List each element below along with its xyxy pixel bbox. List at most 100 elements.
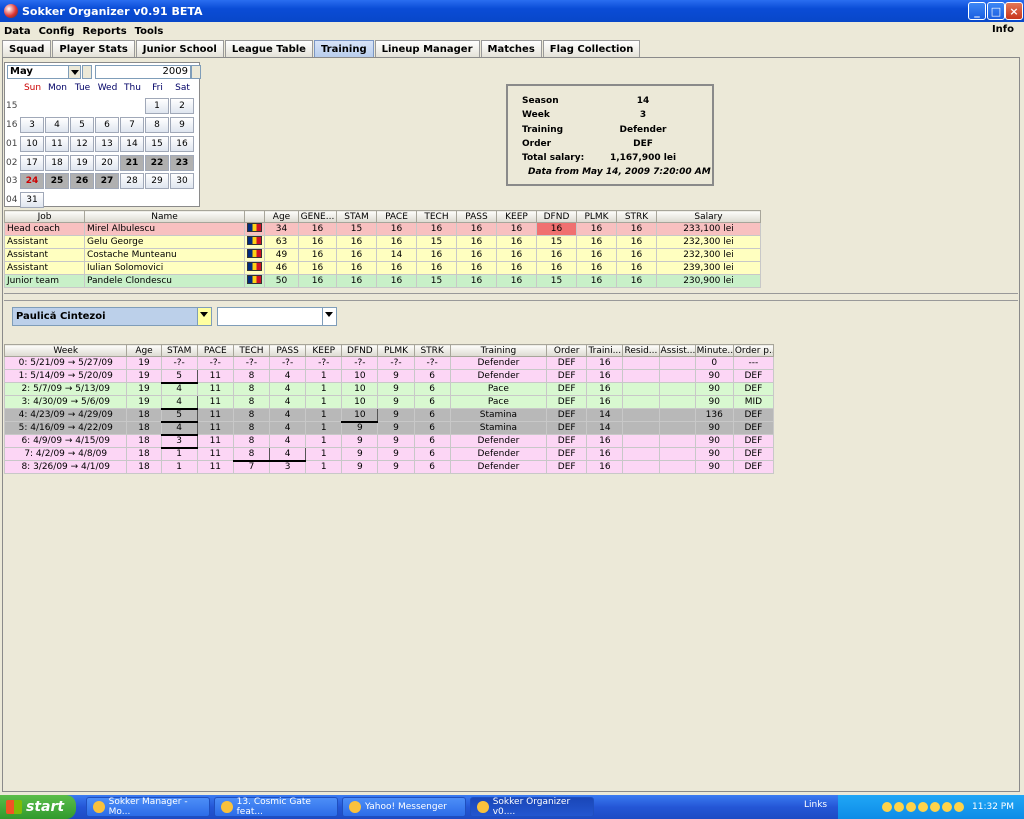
calendar-day[interactable]: 17 bbox=[20, 155, 44, 171]
secondary-select[interactable] bbox=[217, 307, 337, 326]
menu-reports[interactable]: Reports bbox=[78, 26, 130, 37]
tray-icon[interactable] bbox=[942, 802, 952, 812]
column-header[interactable]: PLMK bbox=[377, 344, 415, 357]
staff-row[interactable]: Assistant Iulian Solomovici 46 16 16 16 16 16 16… bbox=[4, 261, 761, 275]
history-row[interactable]: 1: 5/14/09 → 5/20/09 19 5 11 8 4 1 10 9 6 Defender… bbox=[3, 369, 775, 384]
tray-icon[interactable] bbox=[906, 802, 916, 812]
history-row[interactable]: 7: 4/2/09 → 4/8/09 18 1 11 8 4 1 9 9 6 Defender DEF… bbox=[3, 447, 775, 462]
calendar-day[interactable]: 24 bbox=[20, 173, 44, 189]
column-header[interactable]: Order p... bbox=[732, 344, 775, 357]
column-header[interactable]: Minute... bbox=[694, 344, 734, 357]
menu-tools[interactable]: Tools bbox=[131, 26, 168, 37]
column-header[interactable]: STAM bbox=[160, 344, 198, 357]
tray-icon[interactable] bbox=[894, 802, 904, 812]
start-button[interactable]: start bbox=[0, 795, 76, 819]
tray-icon[interactable] bbox=[882, 802, 892, 812]
calendar-day[interactable]: 11 bbox=[45, 136, 69, 152]
calendar-day[interactable]: 7 bbox=[120, 117, 144, 133]
history-row[interactable]: 8: 3/26/09 → 4/1/09 18 1 11 7 3 1 9 9 6 Defender DE… bbox=[3, 460, 775, 474]
history-row[interactable]: 5: 4/16/09 → 4/22/09 18 4 11 8 4 1 9 9 6 Stamina DE… bbox=[3, 421, 775, 436]
chevron-down-icon[interactable] bbox=[197, 308, 211, 325]
menu-info[interactable]: Info bbox=[988, 24, 1018, 35]
column-header[interactable]: STRK bbox=[413, 344, 451, 357]
calendar-day[interactable]: 1 bbox=[145, 98, 169, 114]
column-header[interactable]: Training bbox=[449, 344, 548, 357]
calendar-day[interactable]: 13 bbox=[95, 136, 119, 152]
maximize-button[interactable]: □ bbox=[987, 2, 1005, 20]
year-field[interactable]: 2009 bbox=[95, 65, 191, 79]
calendar-day[interactable]: 23 bbox=[170, 155, 194, 171]
column-header[interactable]: Age bbox=[264, 210, 299, 223]
history-row[interactable]: 4: 4/23/09 → 4/29/09 18 5 11 8 4 1 10 9 6 Stamina D… bbox=[3, 408, 775, 423]
calendar-day[interactable]: 8 bbox=[145, 117, 169, 133]
calendar-day[interactable]: 28 bbox=[120, 173, 144, 189]
column-header[interactable]: PACE bbox=[376, 210, 417, 223]
close-button[interactable]: × bbox=[1005, 2, 1023, 20]
menu-config[interactable]: Config bbox=[35, 26, 79, 37]
tray-icon[interactable] bbox=[930, 802, 940, 812]
calendar-day[interactable]: 14 bbox=[120, 136, 144, 152]
taskbar-item-yahoo-messenger[interactable]: Yahoo! Messenger bbox=[342, 797, 466, 817]
calendar-day[interactable]: 19 bbox=[70, 155, 94, 171]
calendar-day[interactable]: 16 bbox=[170, 136, 194, 152]
calendar-day[interactable]: 10 bbox=[20, 136, 44, 152]
calendar-day[interactable]: 3 bbox=[20, 117, 44, 133]
history-row[interactable]: 0: 5/21/09 → 5/27/09 19 -?- -?- -?- -?- -?- -?-… bbox=[3, 356, 775, 370]
year-spinner[interactable] bbox=[191, 65, 201, 79]
tab-lineup-manager[interactable]: Lineup Manager bbox=[374, 40, 480, 57]
column-header[interactable]: PACE bbox=[196, 344, 234, 357]
column-header[interactable]: KEEP bbox=[305, 344, 343, 357]
tab-league-table[interactable]: League Table bbox=[224, 40, 313, 57]
tab-squad[interactable]: Squad bbox=[2, 40, 52, 57]
column-header[interactable]: Name bbox=[84, 210, 245, 223]
calendar-day[interactable]: 5 bbox=[70, 117, 94, 133]
calendar-day[interactable]: 4 bbox=[45, 117, 69, 133]
tab-flag-collection[interactable]: Flag Collection bbox=[542, 40, 641, 57]
column-header[interactable]: STRK bbox=[616, 210, 657, 223]
column-header[interactable]: Order bbox=[546, 344, 588, 357]
column-header[interactable]: Traini... bbox=[586, 344, 624, 357]
staff-row[interactable]: Assistant Gelu George 63 16 16 16 15 16 16 15 16 16… bbox=[4, 235, 761, 249]
column-header[interactable]: TECH bbox=[416, 210, 457, 223]
history-row[interactable]: 3: 4/30/09 → 5/6/09 19 4 11 8 4 1 10 9 6 Pace DEF 16… bbox=[3, 395, 775, 410]
calendar-day[interactable]: 25 bbox=[45, 173, 69, 189]
staff-row[interactable]: Assistant Costache Munteanu 49 16 16 14 16 16 16… bbox=[4, 248, 761, 262]
tray-icon[interactable] bbox=[954, 802, 964, 812]
minimize-button[interactable]: _ bbox=[968, 2, 986, 20]
calendar-day[interactable]: 18 bbox=[45, 155, 69, 171]
column-header[interactable]: KEEP bbox=[496, 210, 537, 223]
staff-row[interactable]: Junior team Pandele Clondescu 50 16 16 16 15 16… bbox=[4, 274, 761, 288]
column-header[interactable]: DFND bbox=[536, 210, 577, 223]
taskbar-item-sokker-organizer[interactable]: Sokker Organizer v0.... bbox=[470, 797, 594, 817]
month-spinner[interactable] bbox=[82, 65, 92, 79]
calendar-day[interactable]: 26 bbox=[70, 173, 94, 189]
tab-junior-school[interactable]: Junior School bbox=[135, 40, 224, 57]
column-header[interactable]: TECH bbox=[232, 344, 271, 357]
taskbar-item-sokker-manager[interactable]: Sokker Manager - Mo... bbox=[86, 797, 210, 817]
player-select[interactable]: Paulică Cintezoi bbox=[12, 307, 212, 326]
calendar-day[interactable]: 27 bbox=[95, 173, 119, 189]
panel-splitter[interactable] bbox=[4, 293, 1018, 301]
tab-training[interactable]: Training bbox=[313, 40, 374, 57]
column-header[interactable]: PLMK bbox=[576, 210, 617, 223]
calendar-day[interactable]: 20 bbox=[95, 155, 119, 171]
calendar-day[interactable]: 2 bbox=[170, 98, 194, 114]
column-header[interactable]: Assist... bbox=[658, 344, 696, 357]
column-header[interactable]: Age bbox=[126, 344, 162, 357]
links-toolbar[interactable]: Links bbox=[804, 800, 827, 810]
taskbar-item-media-player[interactable]: 13. Cosmic Gate feat... bbox=[214, 797, 338, 817]
calendar-day[interactable]: 22 bbox=[145, 155, 169, 171]
calendar-day[interactable]: 30 bbox=[170, 173, 194, 189]
column-header[interactable]: GENE... bbox=[298, 210, 337, 223]
tab-matches[interactable]: Matches bbox=[480, 40, 542, 57]
tab-player-stats[interactable]: Player Stats bbox=[52, 40, 135, 57]
chevron-down-icon[interactable] bbox=[68, 66, 80, 78]
calendar-day[interactable]: 12 bbox=[70, 136, 94, 152]
calendar-day[interactable]: 29 bbox=[145, 173, 169, 189]
history-row[interactable]: 6: 4/9/09 → 4/15/09 18 3 11 8 4 1 9 9 6 Defender DE… bbox=[3, 434, 775, 449]
column-header[interactable] bbox=[244, 210, 265, 223]
menu-data[interactable]: Data bbox=[0, 26, 35, 37]
calendar-day[interactable]: 15 bbox=[145, 136, 169, 152]
column-header[interactable]: DFND bbox=[341, 344, 379, 357]
column-header[interactable]: PASS bbox=[269, 344, 307, 357]
